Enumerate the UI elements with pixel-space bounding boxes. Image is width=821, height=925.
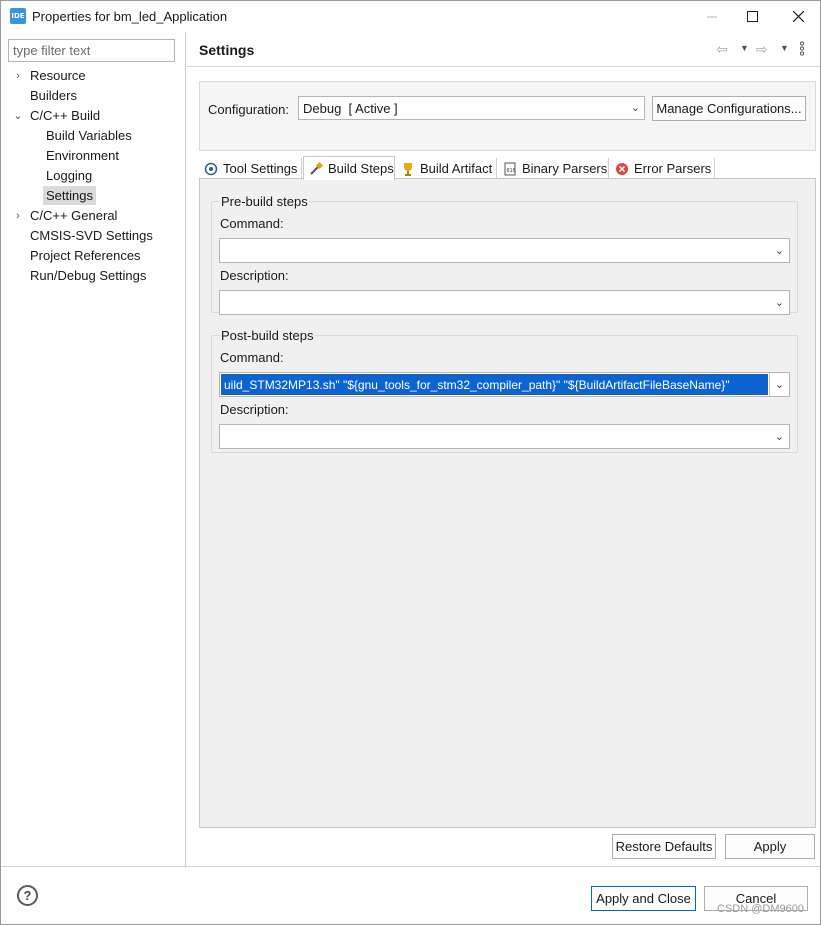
configuration-select[interactable]: Debug [ Active ] ⌄ bbox=[298, 96, 645, 120]
close-icon[interactable] bbox=[775, 1, 821, 32]
tree-item-build-variables[interactable]: Build Variables bbox=[46, 126, 132, 146]
trophy-icon bbox=[400, 161, 416, 177]
filter-input[interactable] bbox=[8, 39, 175, 62]
tree-item-builders[interactable]: Builders bbox=[30, 86, 77, 106]
apply-and-close-button[interactable]: Apply and Close bbox=[591, 886, 696, 911]
more-options-icon[interactable] bbox=[799, 41, 805, 59]
post-build-group: Post-build steps Command: uild_STM32MP13… bbox=[211, 328, 798, 453]
tree-item-label: Logging bbox=[46, 168, 93, 183]
settings-header: Settings ⇦ ▼ ⇨ ▼ bbox=[187, 32, 820, 67]
tree-item-label: Run/Debug Settings bbox=[30, 268, 147, 283]
tree-item-cmsis-svd[interactable]: CMSIS-SVD Settings bbox=[30, 226, 153, 246]
right-panel: Settings ⇦ ▼ ⇨ ▼ Configuration: Debug [ … bbox=[187, 32, 820, 866]
tree-item-environment[interactable]: Environment bbox=[46, 146, 119, 166]
tree-item-label: Build Variables bbox=[46, 128, 132, 143]
forward-dropdown-icon[interactable]: ▼ bbox=[780, 43, 789, 53]
configuration-value: Debug [ Active ] bbox=[303, 101, 398, 116]
pre-build-command-combo[interactable]: ⌄ bbox=[219, 238, 790, 263]
tab-label: Build Artifact bbox=[420, 161, 493, 176]
chevron-down-icon[interactable]: ⌄ bbox=[775, 296, 784, 309]
chevron-right-icon[interactable]: › bbox=[13, 66, 23, 86]
tab-binary-parsers[interactable]: 010 Binary Parsers bbox=[498, 158, 609, 179]
tab-label: Build Steps bbox=[328, 161, 394, 176]
chevron-down-icon: ⌄ bbox=[630, 102, 640, 114]
tab-build-steps[interactable]: Build Steps bbox=[303, 156, 395, 180]
tab-label: Tool Settings bbox=[223, 161, 298, 176]
back-dropdown-icon[interactable]: ▼ bbox=[740, 43, 749, 53]
window-title: Properties for bm_led_Application bbox=[32, 9, 228, 24]
tree-item-logging[interactable]: Logging bbox=[46, 166, 92, 186]
post-build-command-combo[interactable]: uild_STM32MP13.sh" "${gnu_tools_for_stm3… bbox=[219, 372, 790, 397]
tree-item-label: Resource bbox=[30, 68, 86, 83]
post-build-description-combo[interactable]: ⌄ bbox=[219, 424, 790, 449]
post-build-description-label: Description: bbox=[220, 402, 289, 417]
configuration-box: Configuration: Debug [ Active ] ⌄ Manage… bbox=[199, 81, 816, 151]
tree-item-label: Project References bbox=[30, 248, 141, 263]
post-build-title: Post-build steps bbox=[220, 328, 315, 343]
forward-arrow-icon[interactable]: ⇨ bbox=[756, 41, 768, 58]
tree-item-settings[interactable]: Settings bbox=[43, 186, 96, 206]
tab-label: Binary Parsers bbox=[522, 161, 608, 176]
tab-label: Error Parsers bbox=[634, 161, 712, 176]
tab-error-parsers[interactable]: Error Parsers bbox=[610, 158, 715, 179]
bottom-bar: ? Apply and Close Cancel bbox=[1, 866, 820, 924]
page-title: Settings bbox=[199, 42, 255, 58]
tab-tool-settings[interactable]: Tool Settings bbox=[199, 158, 302, 179]
chevron-down-icon[interactable]: ⌄ bbox=[775, 430, 784, 443]
watermark: CSDN @DM9600 bbox=[717, 903, 804, 915]
chevron-down-icon[interactable]: ⌄ bbox=[769, 373, 789, 396]
title-bar: IDE Properties for bm_led_Application bbox=[1, 1, 820, 32]
tree-item-project-references[interactable]: Project References bbox=[30, 246, 141, 266]
svg-text:010: 010 bbox=[507, 168, 516, 174]
post-build-command-value[interactable]: uild_STM32MP13.sh" "${gnu_tools_for_stm3… bbox=[221, 374, 768, 395]
pre-build-title: Pre-build steps bbox=[220, 194, 309, 209]
restore-defaults-button[interactable]: Restore Defaults bbox=[612, 834, 716, 859]
tree-item-label: Builders bbox=[30, 88, 77, 103]
binary-icon: 010 bbox=[502, 161, 518, 177]
error-icon bbox=[614, 161, 630, 177]
chevron-right-icon[interactable]: › bbox=[13, 206, 23, 226]
chevron-down-icon[interactable]: ⌄ bbox=[775, 244, 784, 257]
tree-item-label: CMSIS-SVD Settings bbox=[30, 228, 153, 243]
tree-item-label: C/C++ Build bbox=[30, 108, 101, 123]
back-arrow-icon[interactable]: ⇦ bbox=[716, 41, 728, 58]
pre-build-group: Pre-build steps Command: ⌄ Description: … bbox=[211, 194, 798, 315]
post-build-command-label: Command: bbox=[220, 350, 284, 365]
build-steps-panel: Pre-build steps Command: ⌄ Description: … bbox=[199, 178, 816, 828]
chevron-down-icon[interactable]: ⌄ bbox=[13, 106, 23, 126]
configuration-label: Configuration: bbox=[208, 102, 289, 117]
tab-build-artifact[interactable]: Build Artifact bbox=[396, 158, 497, 179]
tree-item-label: Settings bbox=[43, 186, 96, 205]
pre-build-description-combo[interactable]: ⌄ bbox=[219, 290, 790, 315]
tree-item-label: Environment bbox=[46, 148, 119, 163]
settings-tabs: Tool Settings Build Steps Build Artifact… bbox=[199, 156, 816, 180]
properties-dialog: IDE Properties for bm_led_Application › … bbox=[0, 0, 821, 925]
left-panel: › Resource Builders ⌄ C/C++ Build Build … bbox=[1, 32, 186, 866]
apply-button[interactable]: Apply bbox=[725, 834, 815, 859]
ide-app-icon: IDE bbox=[10, 8, 26, 24]
maximize-icon[interactable] bbox=[729, 1, 775, 32]
tree-item-label: C/C++ General bbox=[30, 208, 118, 223]
manage-configurations-button[interactable]: Manage Configurations... bbox=[652, 96, 806, 121]
pre-build-description-label: Description: bbox=[220, 268, 289, 283]
pre-build-command-label: Command: bbox=[220, 216, 284, 231]
tree-item-run-debug[interactable]: Run/Debug Settings bbox=[30, 266, 146, 286]
build-steps-icon bbox=[308, 161, 324, 177]
tool-settings-icon bbox=[203, 161, 219, 177]
help-icon[interactable]: ? bbox=[17, 885, 38, 906]
